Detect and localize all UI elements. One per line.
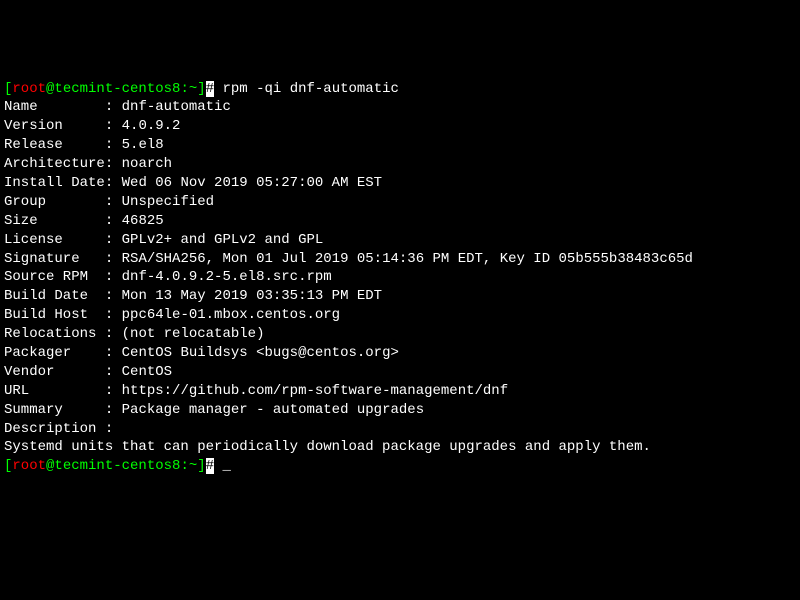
field-separator: :: [105, 383, 122, 399]
bracket-close: ]: [197, 458, 205, 474]
field-separator: :: [105, 99, 122, 115]
field-label: Build Date: [4, 288, 105, 304]
field-separator: :: [105, 175, 122, 191]
prompt-path: ~: [189, 81, 197, 97]
prompt-hash: #: [206, 81, 214, 97]
field-separator: :: [105, 251, 122, 267]
output-field-row: Summary : Package manager - automated up…: [4, 401, 796, 420]
field-separator: :: [105, 213, 122, 229]
field-label: Signature: [4, 251, 105, 267]
field-separator: :: [105, 232, 122, 248]
field-separator: :: [105, 118, 122, 134]
output-field-row: License : GPLv2+ and GPLv2 and GPL: [4, 231, 796, 250]
rpm-output: Name : dnf-automaticVersion : 4.0.9.2Rel…: [4, 98, 796, 438]
output-field-row: Architecture: noarch: [4, 155, 796, 174]
field-separator: :: [105, 421, 113, 437]
output-field-row: Size : 46825: [4, 212, 796, 231]
field-value: 5.el8: [122, 137, 164, 153]
field-value: noarch: [122, 156, 172, 172]
field-label: License: [4, 232, 105, 248]
field-label: Build Host: [4, 307, 105, 323]
output-field-row: Version : 4.0.9.2: [4, 117, 796, 136]
output-field-row: Source RPM : dnf-4.0.9.2-5.el8.src.rpm: [4, 268, 796, 287]
field-value: 4.0.9.2: [122, 118, 181, 134]
field-value: dnf-automatic: [122, 99, 231, 115]
field-separator: :: [105, 326, 122, 342]
prompt-line-1: [root@tecmint-centos8:~]# rpm -qi dnf-au…: [4, 80, 796, 99]
field-label: Summary: [4, 402, 105, 418]
output-field-row: Relocations : (not relocatable): [4, 325, 796, 344]
field-separator: :: [105, 288, 122, 304]
output-field-row: Description :: [4, 420, 796, 439]
field-value: https://github.com/rpm-software-manageme…: [122, 383, 508, 399]
field-separator: :: [105, 137, 122, 153]
field-value: dnf-4.0.9.2-5.el8.src.rpm: [122, 269, 332, 285]
field-value: GPLv2+ and GPLv2 and GPL: [122, 232, 324, 248]
prompt-path: ~: [189, 458, 197, 474]
output-field-row: Name : dnf-automatic: [4, 98, 796, 117]
field-separator: :: [105, 194, 122, 210]
prompt-colon: :: [180, 81, 188, 97]
field-value: Wed 06 Nov 2019 05:27:00 AM EST: [122, 175, 382, 191]
cursor-space: _: [214, 458, 231, 474]
output-field-row: Install Date: Wed 06 Nov 2019 05:27:00 A…: [4, 174, 796, 193]
prompt-colon: :: [180, 458, 188, 474]
field-label: Install Date: [4, 175, 105, 191]
field-label: Release: [4, 137, 105, 153]
prompt-host: tecmint-centos8: [54, 458, 180, 474]
field-value: Unspecified: [122, 194, 214, 210]
prompt-line-2[interactable]: [root@tecmint-centos8:~]# _: [4, 457, 796, 476]
output-field-row: Vendor : CentOS: [4, 363, 796, 382]
field-value: CentOS: [122, 364, 172, 380]
field-value: ppc64le-01.mbox.centos.org: [122, 307, 340, 323]
field-label: Size: [4, 213, 105, 229]
field-value: (not relocatable): [122, 326, 265, 342]
output-field-row: Signature : RSA/SHA256, Mon 01 Jul 2019 …: [4, 250, 796, 269]
field-label: Name: [4, 99, 105, 115]
command-text: rpm -qi dnf-automatic: [214, 81, 399, 97]
output-field-row: Build Host : ppc64le-01.mbox.centos.org: [4, 306, 796, 325]
output-field-row: Build Date : Mon 13 May 2019 03:35:13 PM…: [4, 287, 796, 306]
field-value: Mon 13 May 2019 03:35:13 PM EDT: [122, 288, 382, 304]
field-value: Package manager - automated upgrades: [122, 402, 424, 418]
prompt-user: root: [12, 81, 46, 97]
field-label: Packager: [4, 345, 105, 361]
bracket-close: ]: [197, 81, 205, 97]
field-separator: :: [105, 402, 122, 418]
output-field-row: Release : 5.el8: [4, 136, 796, 155]
field-value: CentOS Buildsys <bugs@centos.org>: [122, 345, 399, 361]
field-label: Description: [4, 421, 105, 437]
description-body: Systemd units that can periodically down…: [4, 438, 796, 457]
field-label: Relocations: [4, 326, 105, 342]
field-label: URL: [4, 383, 105, 399]
field-separator: :: [105, 364, 122, 380]
field-label: Version: [4, 118, 105, 134]
field-label: Architecture: [4, 156, 105, 172]
field-value: RSA/SHA256, Mon 01 Jul 2019 05:14:36 PM …: [122, 251, 693, 267]
field-label: Vendor: [4, 364, 105, 380]
field-value: 46825: [122, 213, 164, 229]
output-field-row: Packager : CentOS Buildsys <bugs@centos.…: [4, 344, 796, 363]
field-separator: :: [105, 307, 122, 323]
output-field-row: URL : https://github.com/rpm-software-ma…: [4, 382, 796, 401]
prompt-host: tecmint-centos8: [54, 81, 180, 97]
terminal-window[interactable]: [root@tecmint-centos8:~]# rpm -qi dnf-au…: [4, 80, 796, 477]
output-field-row: Group : Unspecified: [4, 193, 796, 212]
field-label: Group: [4, 194, 105, 210]
field-separator: :: [105, 345, 122, 361]
field-separator: :: [105, 269, 122, 285]
field-separator: :: [105, 156, 122, 172]
prompt-hash: #: [206, 458, 214, 474]
field-label: Source RPM: [4, 269, 105, 285]
prompt-user: root: [12, 458, 46, 474]
